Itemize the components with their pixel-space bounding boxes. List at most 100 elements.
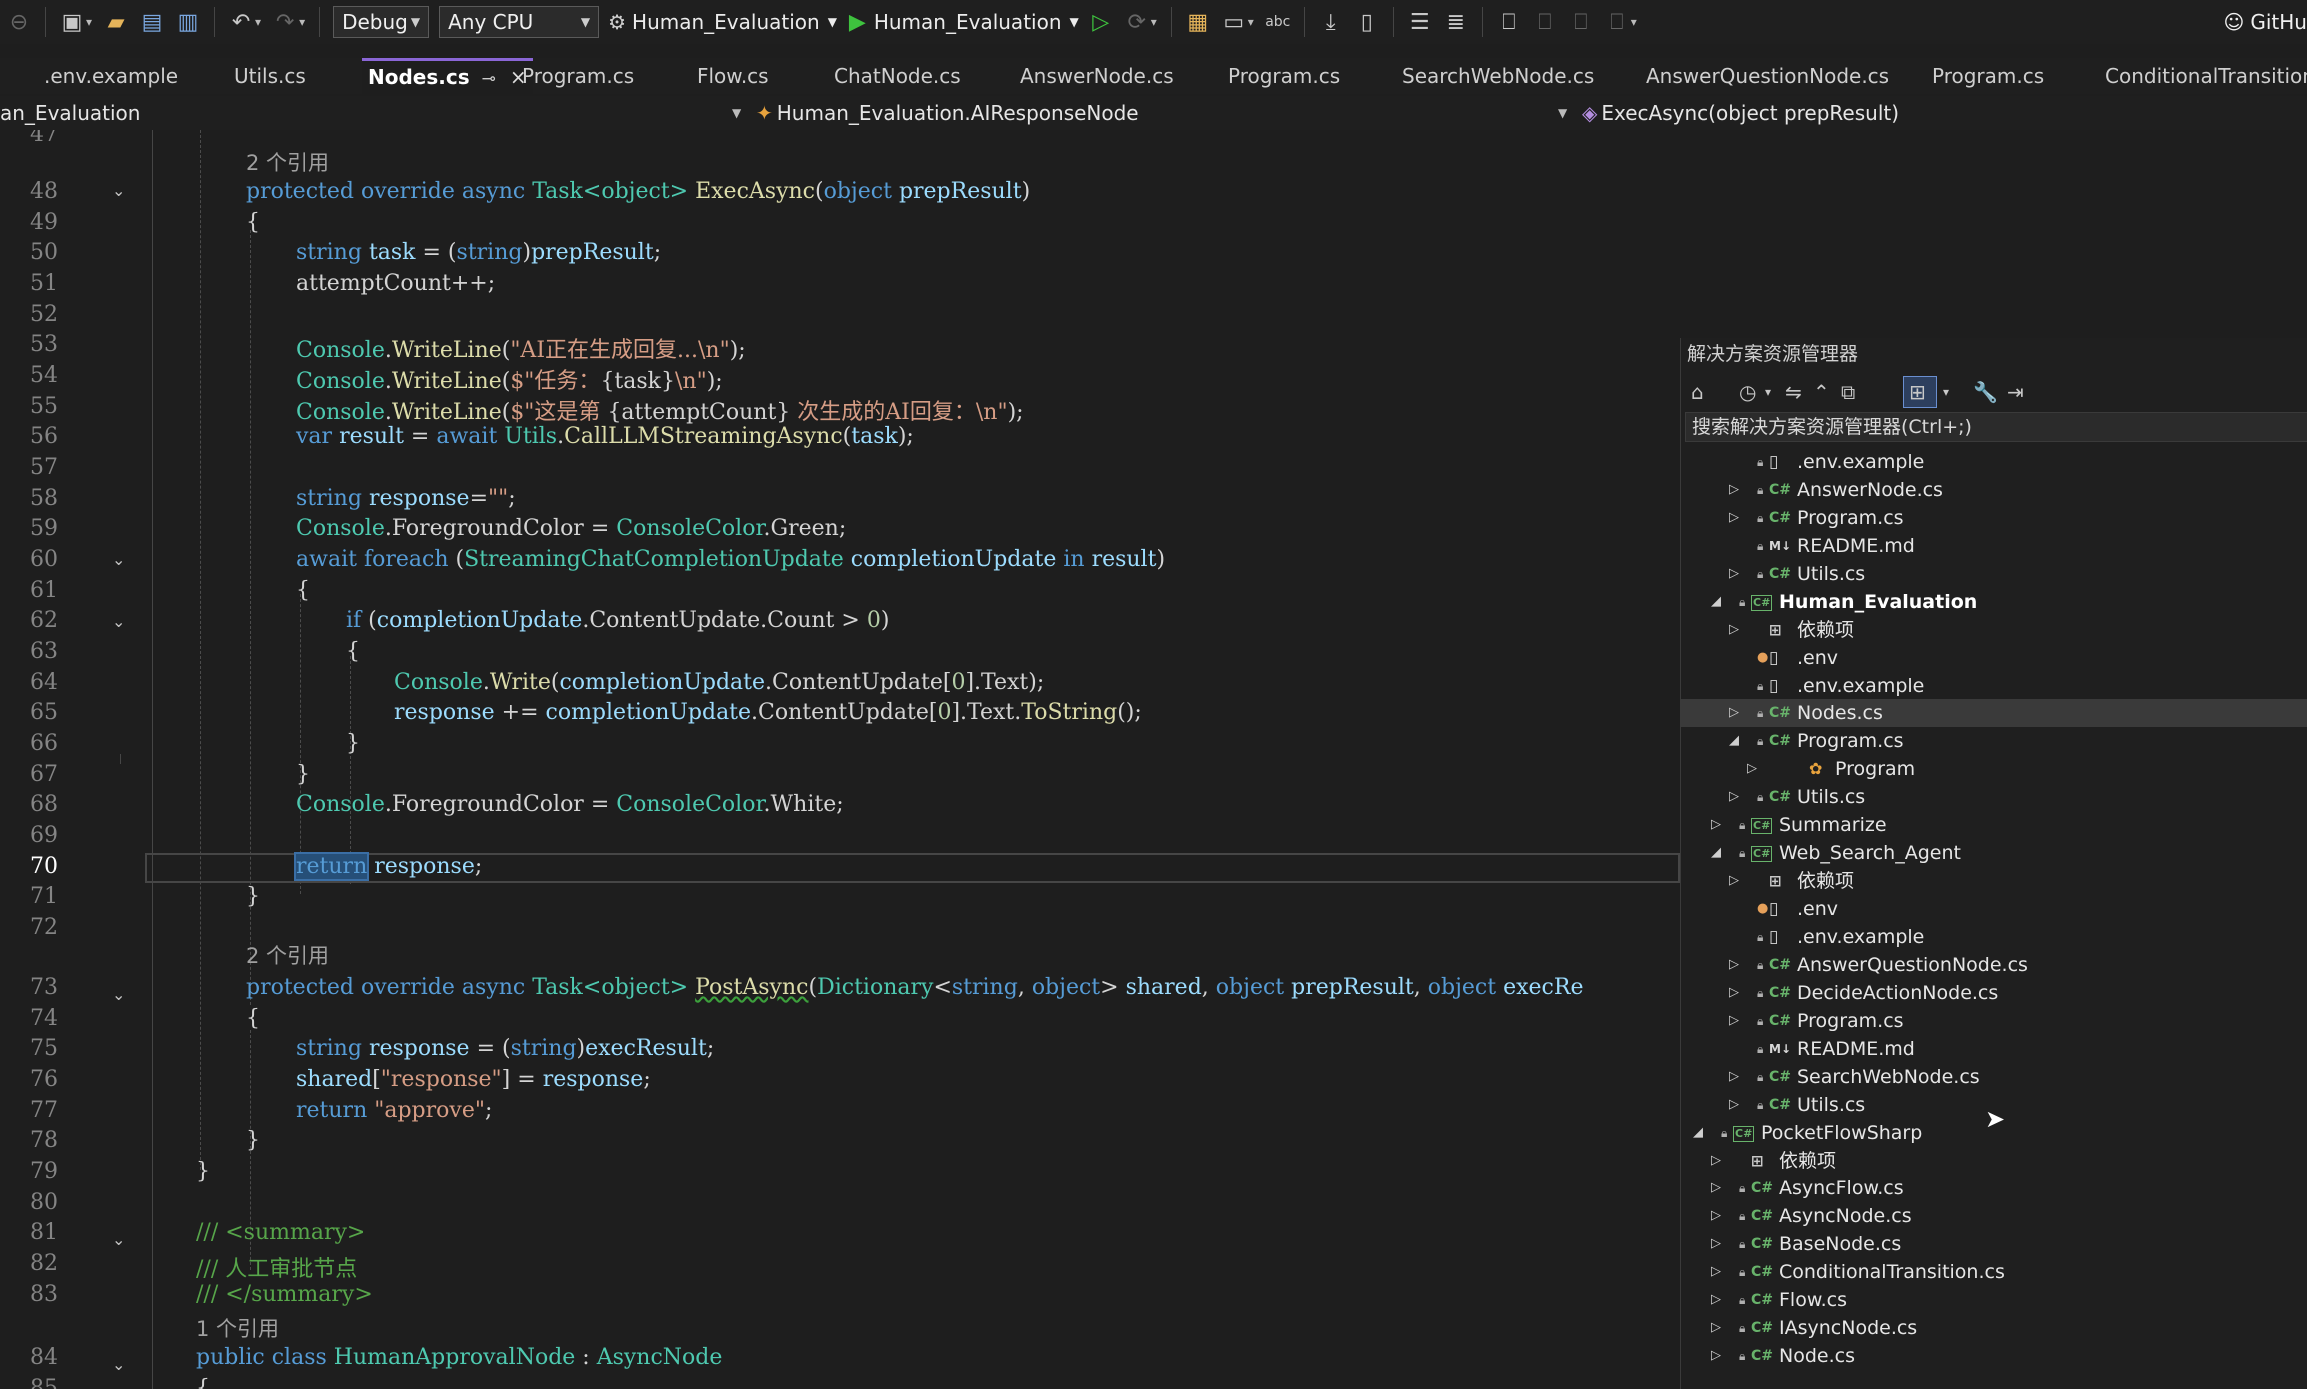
expand-icon[interactable]: ▷ (1711, 1230, 1721, 1258)
tree-item-program[interactable]: ▷ 🔒︎ C# Program.cs (1681, 1007, 2307, 1035)
tree-item-env-example[interactable]: 🔒︎ ▯ .env.example (1681, 448, 2307, 476)
start-without-debugging-icon[interactable]: ▷ (1086, 6, 1116, 38)
codelens-references[interactable]: 1 个引用 (196, 1313, 279, 1343)
pending-changes-icon[interactable]: ◷ (1739, 374, 1756, 410)
solution-folder-icon[interactable]: ▦ (1183, 6, 1213, 38)
tree-item-env[interactable]: ● ▯ .env (1681, 895, 2307, 923)
tree-item-summarize-project[interactable]: ▷ 🔒︎ C# Summarize (1681, 811, 2307, 839)
tab-searchwebnode[interactable]: SearchWebNode.cs (1402, 58, 1594, 94)
expand-icon[interactable]: ▷ (1711, 1147, 1721, 1175)
layout-icon[interactable]: ▭ (1219, 6, 1249, 38)
bookmark-dropdown-icon[interactable]: ▾ (1631, 15, 1637, 29)
collapse-icon[interactable]: ⌄ (112, 1230, 125, 1249)
home-icon[interactable]: ⌂ (1691, 374, 1704, 410)
indent-icon[interactable]: ☰ (1405, 6, 1435, 38)
format-icon[interactable]: ▯ (1352, 6, 1382, 38)
chevron-down-icon[interactable]: ▾ (1943, 374, 1949, 410)
new-project-icon[interactable]: ▣ (57, 6, 87, 38)
expand-icon[interactable]: ▷ (1729, 616, 1739, 644)
type-dropdown[interactable]: ✦ Human_Evaluation.AIResponseNode (756, 96, 1139, 130)
tree-item-web-search-agent-project[interactable]: ◢ 🔒︎ C# Web_Search_Agent (1681, 839, 2307, 867)
wrench-icon[interactable]: 🔧 (1973, 374, 1998, 410)
tree-item-program[interactable]: ◢ 🔒︎ C# Program.cs (1681, 727, 2307, 755)
expand-icon[interactable]: ▷ (1711, 1314, 1721, 1342)
undo-dropdown-icon[interactable]: ▾ (255, 15, 261, 29)
solution-search-input[interactable]: 搜索解决方案资源管理器(Ctrl+;) (1685, 412, 2307, 442)
tab-utils[interactable]: Utils.cs (234, 58, 306, 94)
tab-program-2[interactable]: Program.cs (1228, 58, 1340, 94)
tree-item-utils[interactable]: ▷ 🔒︎ C# Utils.cs (1681, 560, 2307, 588)
expand-icon[interactable]: ▷ (1747, 755, 1757, 783)
expand-icon[interactable]: ▷ (1729, 476, 1739, 504)
tree-item-asyncnode[interactable]: ▷ 🔒︎ C# AsyncNode.cs (1681, 1202, 2307, 1230)
expand-icon[interactable]: ▷ (1711, 1174, 1721, 1202)
tree-item-conditionaltransition[interactable]: ▷ 🔒︎ C# ConditionalTransition.cs (1681, 1258, 2307, 1286)
codelens-references[interactable]: 2 个引用 (246, 940, 329, 970)
codelens-references[interactable]: 2 个引用 (246, 147, 329, 177)
tree-item-asyncflow[interactable]: ▷ 🔒︎ C# AsyncFlow.cs (1681, 1174, 2307, 1202)
sync-icon[interactable]: ⇋ (1785, 374, 1802, 410)
tab-program[interactable]: Program.cs (522, 58, 634, 94)
tree-item-env-example[interactable]: 🔒︎ ▯ .env.example (1681, 672, 2307, 700)
save-all-icon[interactable]: ▥ (173, 6, 203, 38)
pin-icon[interactable]: ⊸ (482, 69, 496, 89)
open-folder-icon[interactable]: ▰ (101, 6, 131, 38)
collapse-all-icon[interactable]: ⌃ (1813, 374, 1830, 410)
collapse-icon[interactable]: ⌄ (112, 1355, 125, 1374)
project-dropdown[interactable]: an_Evaluation (0, 96, 140, 130)
step-into-icon[interactable]: ⤓ (1316, 6, 1346, 38)
save-icon[interactable]: ▤ (137, 6, 167, 38)
spell-check-icon[interactable]: abc (1263, 6, 1293, 38)
new-project-dropdown-icon[interactable]: ▾ (86, 15, 92, 29)
expand-icon[interactable]: ▷ (1711, 1258, 1721, 1286)
tree-item-utils[interactable]: ▷ 🔒︎ C# Utils.cs (1681, 783, 2307, 811)
platform-select[interactable]: Any CPU ▼ (439, 6, 600, 38)
startup-project-select[interactable]: ⚙ Human_Evaluation ▼ (608, 10, 837, 34)
next-bookmark-icon[interactable]: ⎕ (1566, 6, 1596, 38)
expand-icon[interactable]: ▷ (1729, 1063, 1739, 1091)
tree-item-program-class[interactable]: ▷ ✿ Program (1681, 755, 2307, 783)
expanded-icon[interactable]: ◢ (1729, 727, 1739, 755)
member-dropdown[interactable]: ◈ ExecAsync(object prepResult) (1582, 96, 1899, 130)
expand-icon[interactable]: ▷ (1729, 699, 1739, 727)
expand-icon[interactable]: ▷ (1711, 1202, 1721, 1230)
tab-flow[interactable]: Flow.cs (697, 58, 769, 94)
redo-icon[interactable]: ↷ (270, 6, 300, 38)
github-copilot-button[interactable]: ☺ GitHu (2224, 6, 2307, 38)
tree-item-decideactionnode[interactable]: ▷ 🔒︎ C# DecideActionNode.cs (1681, 979, 2307, 1007)
expand-icon[interactable]: ▷ (1711, 811, 1721, 839)
expanded-icon[interactable]: ◢ (1711, 588, 1721, 616)
tree-item-dependencies[interactable]: ▷ ⊞ 依赖项 (1681, 616, 2307, 644)
chevron-down-icon[interactable]: ▾ (1765, 374, 1771, 410)
collapse-icon[interactable]: ⌄ (112, 985, 125, 1004)
tree-item-env-example[interactable]: 🔒︎ ▯ .env.example (1681, 923, 2307, 951)
redo-dropdown-icon[interactable]: ▾ (299, 15, 305, 29)
tree-item-dependencies[interactable]: ▷ ⊞ 依赖项 (1681, 1147, 2307, 1175)
chevron-down-icon[interactable]: ▼ (732, 96, 741, 130)
tab-env-example[interactable]: .env.example (44, 58, 178, 94)
tree-item-dependencies[interactable]: ▷ ⊞ 依赖项 (1681, 867, 2307, 895)
tree-item-answernode[interactable]: ▷ 🔒︎ C# AnswerNode.cs (1681, 476, 2307, 504)
expand-icon[interactable]: ▷ (1729, 979, 1739, 1007)
clear-bookmarks-icon[interactable]: ⎕ (1602, 6, 1632, 38)
collapse-icon[interactable]: ⌄ (112, 550, 125, 569)
show-all-files-icon[interactable]: ⧉ (1841, 374, 1855, 410)
expand-icon[interactable]: ▷ (1711, 1286, 1721, 1314)
tree-item-answerquestionnode[interactable]: ▷ 🔒︎ C# AnswerQuestionNode.cs (1681, 951, 2307, 979)
tree-item-basenode[interactable]: ▷ 🔒︎ C# BaseNode.cs (1681, 1230, 2307, 1258)
tree-item-readme[interactable]: 🔒︎ M↓ README.md (1681, 532, 2307, 560)
tab-answernode[interactable]: AnswerNode.cs (1020, 58, 1174, 94)
tree-item-iasyncnode[interactable]: ▷ 🔒︎ C# IAsyncNode.cs (1681, 1314, 2307, 1342)
expand-icon[interactable]: ▷ (1729, 1007, 1739, 1035)
tree-item-node[interactable]: ▷ 🔒︎ C# Node.cs (1681, 1342, 2307, 1370)
tab-program-3[interactable]: Program.cs (1932, 58, 2044, 94)
expand-icon[interactable]: ▷ (1729, 560, 1739, 588)
tab-chatnode[interactable]: ChatNode.cs (834, 58, 961, 94)
undo-icon[interactable]: ↶ (226, 6, 256, 38)
expand-icon[interactable]: ▷ (1729, 783, 1739, 811)
expanded-icon[interactable]: ◢ (1693, 1119, 1703, 1147)
back-icon[interactable]: ⊖ (4, 6, 34, 38)
expand-icon[interactable]: ▷ (1729, 504, 1739, 532)
prev-bookmark-icon[interactable]: ⎕ (1530, 6, 1560, 38)
expand-icon[interactable]: ▷ (1729, 951, 1739, 979)
